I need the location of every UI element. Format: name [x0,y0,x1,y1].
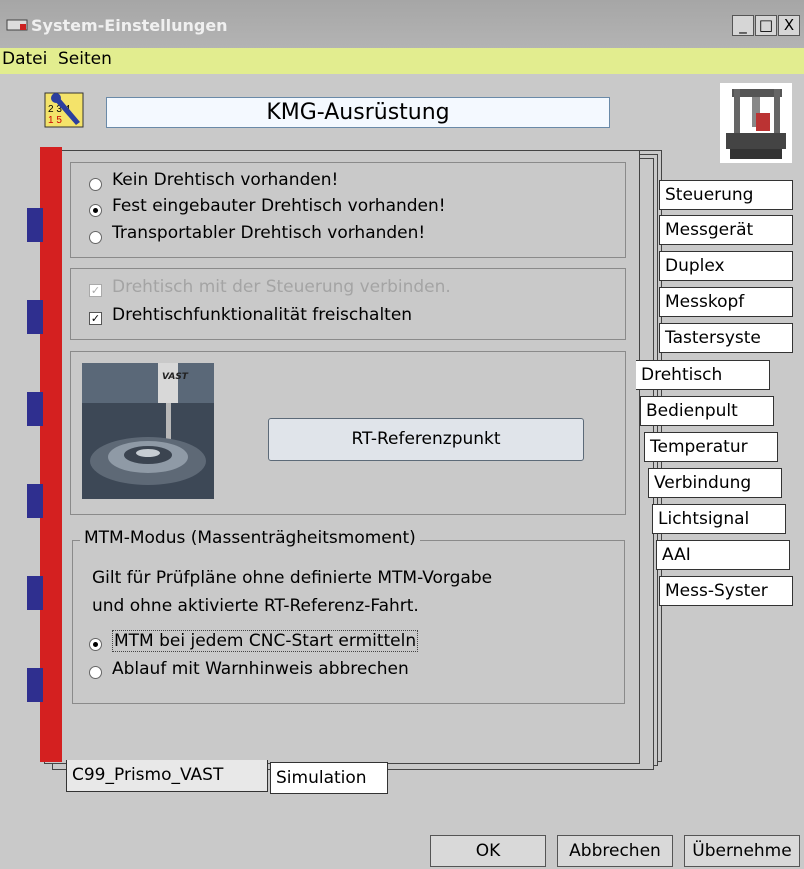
binder-ring [27,668,43,702]
connect-control-checkbox: ✓ [89,284,102,297]
radio-mtm-determine[interactable] [89,638,102,651]
radio-no-turntable[interactable] [89,178,102,191]
radio-mtm-abort[interactable] [89,666,102,679]
radio-mtm-abort-label: Ablauf mit Warnhinweis abbrechen [112,659,409,679]
cmm-machine-image [720,83,792,163]
tab-bedienpult[interactable]: Bedienpult [640,396,774,426]
apply-button[interactable]: Übernehme [684,835,800,867]
window-title: System-Einstellungen [31,16,228,35]
tab-tastersystem[interactable]: Tastersyste [659,323,793,353]
tab-messkopf[interactable]: Messkopf [659,287,793,317]
radio-mtm-determine-label: MTM bei jedem CNC-Start ermitteln [112,630,419,652]
turntable-photo [82,363,214,499]
tab-drehtisch[interactable]: Drehtisch [636,360,770,390]
tab-c99-prismo-vast[interactable]: C99_Prismo_VAST [66,760,268,792]
unlock-function-checkbox[interactable]: ✓ [89,312,102,325]
menu-seiten[interactable]: Seiten [58,49,112,69]
mtm-group-title: MTM-Modus (Massenträgheitsmoment) [80,528,420,548]
radio-fixed-turntable[interactable] [89,204,102,217]
tab-simulation[interactable]: Simulation [270,762,388,794]
tab-verbindung[interactable]: Verbindung [648,468,782,498]
minimize-button[interactable]: _ [732,15,754,36]
radio-fixed-turntable-label: Fest eingebauter Drehtisch vorhanden! [112,196,446,216]
maximize-button[interactable]: □ [755,15,777,36]
binder-ring [27,576,43,610]
binder-ring [27,208,43,242]
close-button[interactable]: X [778,15,800,36]
tab-lichtsignal[interactable]: Lichtsignal [652,504,786,534]
radio-portable-turntable[interactable] [89,231,102,244]
cancel-button[interactable]: Abbrechen [557,835,673,867]
tab-steuerung[interactable]: Steuerung [659,180,793,210]
tab-temperatur[interactable]: Temperatur [644,432,778,462]
app-icon [6,19,28,31]
photo-vast-label: VAST [162,372,188,382]
menu-bar [0,48,804,74]
title-bar: System-Einstellungen _ □ X [0,0,804,50]
settings-tool-icon: 2 3 4 1 5 [44,92,84,128]
radio-no-turntable-label: Kein Drehtisch vorhanden! [112,170,339,190]
ok-button[interactable]: OK [430,835,546,867]
mtm-group [72,540,625,704]
rt-reference-button[interactable]: RT-Referenzpunkt [268,418,584,461]
mtm-description-2: und ohne aktivierte RT-Referenz-Fahrt. [92,596,419,616]
connect-control-label: Drehtisch mit der Steuerung verbinden. [112,277,451,297]
svg-text:1 5: 1 5 [48,115,62,126]
binder-spine [40,147,62,762]
binder-ring [27,300,43,334]
radio-portable-turntable-label: Transportabler Drehtisch vorhanden! [112,223,426,243]
menu-datei[interactable]: Datei [2,49,47,69]
page-title: KMG-Ausrüstung [106,97,610,128]
tab-messgeraet[interactable]: Messgerät [659,215,793,245]
binder-ring [27,484,43,518]
unlock-function-label: Drehtischfunktionalität freischalten [112,305,413,325]
tab-aai[interactable]: AAI [656,540,790,570]
binder-ring [27,392,43,426]
tab-mess-system[interactable]: Mess-Syster [659,576,793,606]
tab-duplex[interactable]: Duplex [659,251,793,281]
mtm-description-1: Gilt für Prüfpläne ohne definierte MTM-V… [92,568,493,588]
